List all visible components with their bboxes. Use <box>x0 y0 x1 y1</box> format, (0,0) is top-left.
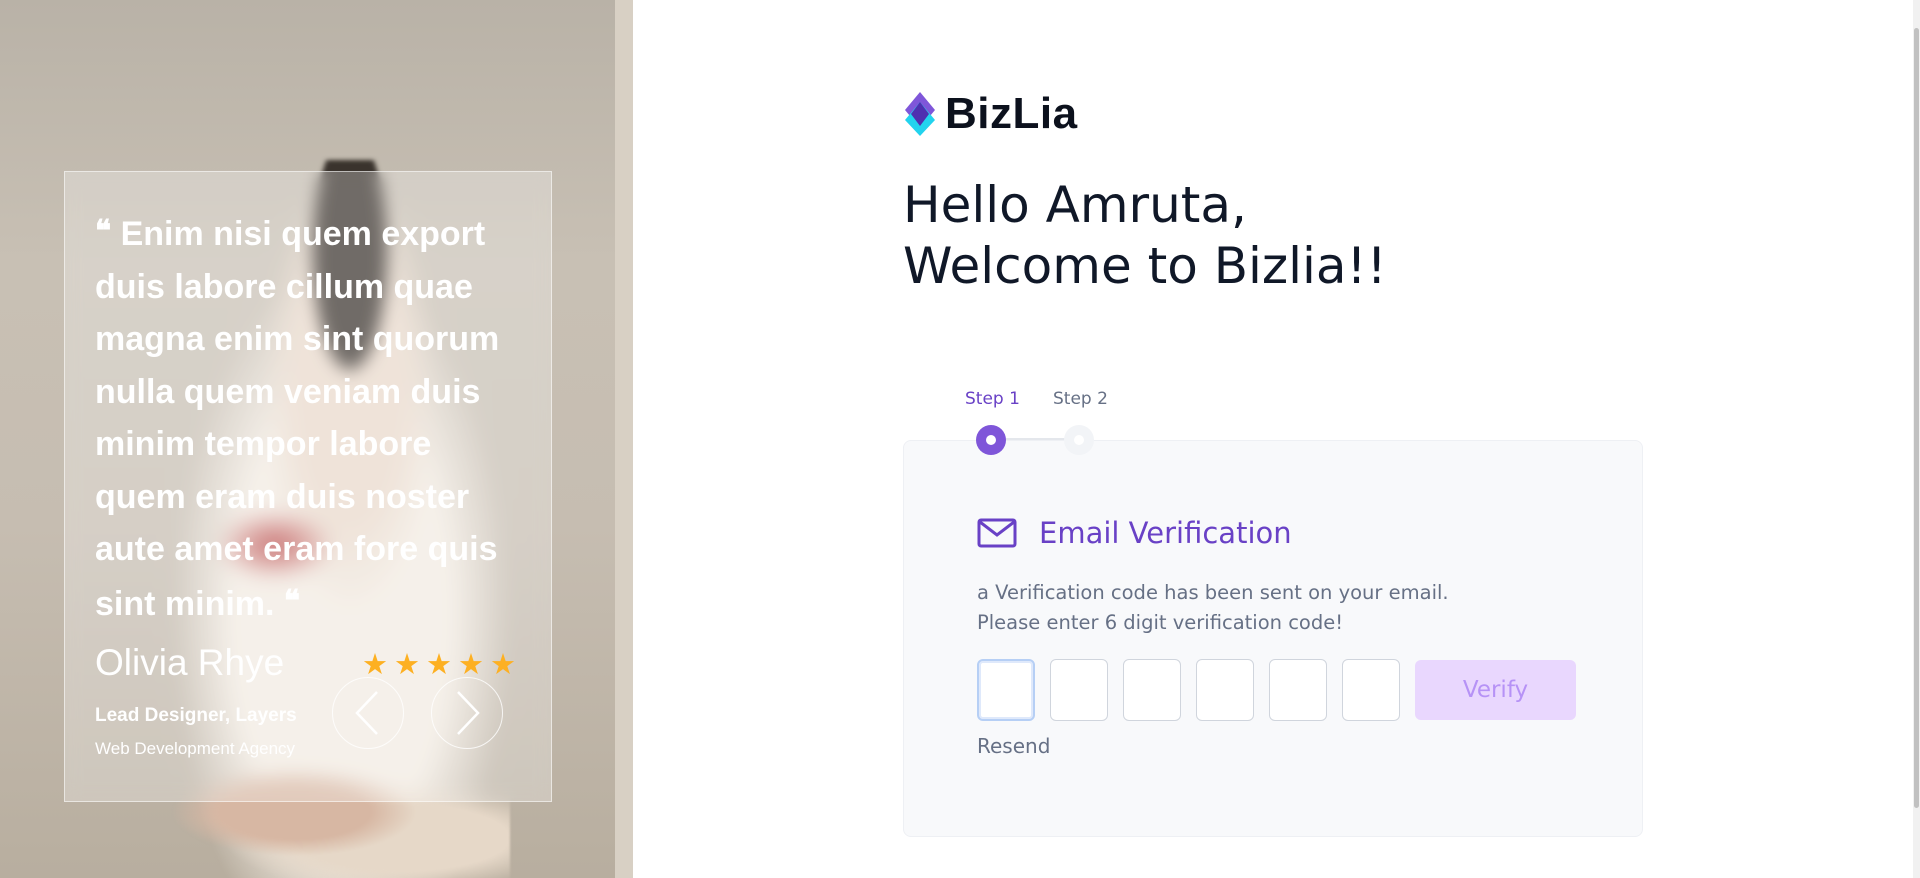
chevron-right-icon <box>457 691 480 735</box>
code-digit-5[interactable] <box>1269 659 1327 721</box>
step-1-label: Step 1 <box>965 389 1020 409</box>
quote-close-icon: ❝ <box>283 583 301 619</box>
card-header: Email Verification <box>977 516 1292 550</box>
hero-image-panel: ❝ Enim nisi quem export duis labore cill… <box>0 0 633 878</box>
rating-stars: ★ ★ ★ ★ ★ <box>362 650 516 679</box>
star-icon: ★ <box>458 647 484 681</box>
code-digit-6[interactable] <box>1342 659 1400 721</box>
code-input-row: Verify <box>977 659 1576 721</box>
chevron-left-icon <box>355 691 378 735</box>
hero-edge <box>615 0 633 878</box>
author-agency: Web Development Agency <box>95 739 296 758</box>
scrollbar-thumb[interactable] <box>1914 28 1919 808</box>
step-2-indicator <box>1064 425 1094 455</box>
diamond-logo-icon <box>905 92 935 136</box>
star-icon: ★ <box>490 647 516 681</box>
page-title: Hello Amruta, Welcome to Bizlia!! <box>903 175 1387 297</box>
greeting-line-2: Welcome to Bizlia!! <box>903 237 1387 295</box>
brand-logo[interactable]: BizLia <box>903 89 1078 139</box>
brand-name: BizLia <box>945 89 1078 138</box>
quote-open-icon: ❝ <box>95 214 112 249</box>
author-role: Lead Designer, Layers <box>95 705 297 726</box>
star-icon: ★ <box>426 647 452 681</box>
description-line-1: a Verification code has been sent on you… <box>977 581 1449 604</box>
verification-card: Email Verification a Verification code h… <box>903 440 1643 837</box>
verify-button[interactable]: Verify <box>1415 660 1576 720</box>
step-1-indicator <box>976 425 1006 455</box>
code-digit-3[interactable] <box>1123 659 1181 721</box>
card-description: a Verification code has been sent on you… <box>977 578 1449 638</box>
star-icon: ★ <box>394 647 420 681</box>
star-icon: ★ <box>362 647 388 681</box>
prev-testimonial-button[interactable] <box>332 677 404 749</box>
code-digit-4[interactable] <box>1196 659 1254 721</box>
step-2-label: Step 2 <box>1053 389 1108 409</box>
code-digit-1[interactable] <box>977 659 1035 721</box>
card-title: Email Verification <box>1039 516 1292 550</box>
testimonial-card: ❝ Enim nisi quem export duis labore cill… <box>64 171 552 802</box>
greeting-line-1: Hello Amruta, <box>903 176 1247 234</box>
description-line-2: Please enter 6 digit verification code! <box>977 611 1344 634</box>
testimonial-quote-text: Enim nisi quem export duis labore cillum… <box>95 215 500 623</box>
mail-icon <box>977 518 1017 548</box>
testimonial-quote: ❝ Enim nisi quem export duis labore cill… <box>95 206 525 630</box>
code-digit-2[interactable] <box>1050 659 1108 721</box>
author-name: Olivia Rhye <box>95 642 285 683</box>
next-testimonial-button[interactable] <box>431 677 503 749</box>
resend-link[interactable]: Resend <box>977 734 1050 758</box>
